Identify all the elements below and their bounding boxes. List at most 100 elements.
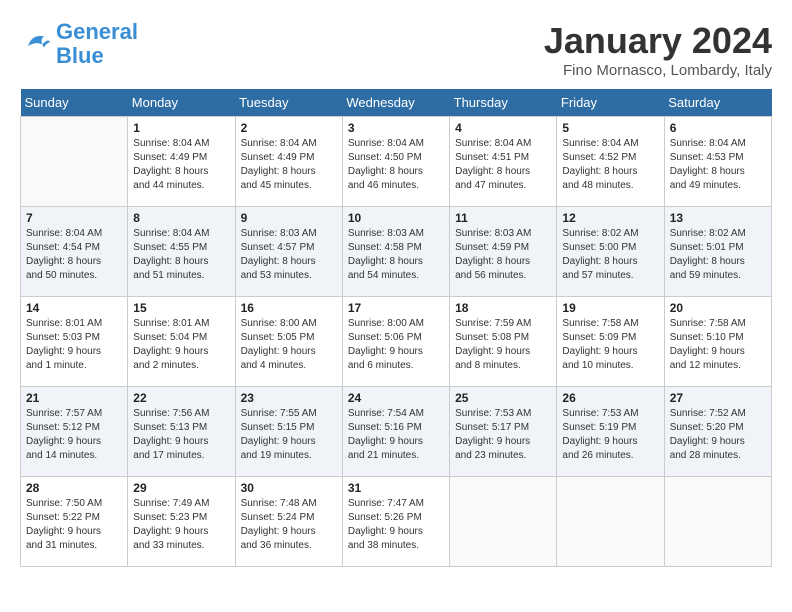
day-info: Sunrise: 7:55 AMSunset: 5:15 PMDaylight:…: [241, 407, 337, 463]
day-number: 2: [241, 121, 337, 135]
calendar-cell: [21, 117, 128, 207]
day-info: Sunrise: 8:01 AMSunset: 5:04 PMDaylight:…: [133, 317, 229, 373]
day-info: Sunrise: 7:58 AMSunset: 5:09 PMDaylight:…: [562, 317, 658, 373]
page-header: General Blue January 2024 Fino Mornasco,…: [20, 20, 772, 79]
calendar-cell: 10Sunrise: 8:03 AMSunset: 4:58 PMDayligh…: [342, 207, 449, 297]
day-number: 31: [348, 481, 444, 495]
day-info: Sunrise: 7:59 AMSunset: 5:08 PMDaylight:…: [455, 317, 551, 373]
day-info: Sunrise: 8:01 AMSunset: 5:03 PMDaylight:…: [26, 317, 122, 373]
logo: General Blue: [20, 20, 138, 68]
calendar-cell: 26 Sunrise: 7:53 AMSunset: 5:19 PMDayligh…: [557, 387, 664, 477]
day-number: 1: [133, 121, 229, 135]
calendar-cell: 6 Sunrise: 8:04 AMSunset: 4:53 PMDaylight…: [664, 117, 771, 207]
calendar-cell: 28 Sunrise: 7:50 AMSunset: 5:22 PMDayligh…: [21, 477, 128, 567]
day-number: 26: [562, 391, 658, 405]
day-number: 3: [348, 121, 444, 135]
day-info: Sunrise: 8:03 AMSunset: 4:57 PMDaylight:…: [241, 227, 337, 283]
calendar-cell: 12 Sunrise: 8:02 AMSunset: 5:00 PMDayligh…: [557, 207, 664, 297]
day-info: Sunrise: 8:04 AMSunset: 4:51 PMDaylight:…: [455, 137, 551, 193]
calendar-cell: 4 Sunrise: 8:04 AMSunset: 4:51 PMDaylight…: [450, 117, 557, 207]
day-number: 5: [562, 121, 658, 135]
day-info: Sunrise: 8:03 AMSunset: 4:58 PMDaylight:…: [348, 227, 444, 283]
day-info: Sunrise: 8:04 AMSunset: 4:49 PMDaylight:…: [241, 137, 337, 193]
week-row-4: 21 Sunrise: 7:57 AMSunset: 5:12 PMDayligh…: [21, 387, 772, 477]
calendar-cell: 16 Sunrise: 8:00 AMSunset: 5:05 PMDayligh…: [235, 297, 342, 387]
calendar-cell: 18Sunrise: 7:59 AMSunset: 5:08 PMDayligh…: [450, 297, 557, 387]
day-number: 25: [455, 391, 551, 405]
day-number: 7: [26, 211, 122, 225]
calendar-cell: 21 Sunrise: 7:57 AMSunset: 5:12 PMDayligh…: [21, 387, 128, 477]
day-info: Sunrise: 8:03 AMSunset: 4:59 PMDaylight:…: [455, 227, 551, 283]
day-number: 16: [241, 301, 337, 315]
calendar-header-row: SundayMondayTuesdayWednesdayThursdayFrid…: [21, 89, 772, 117]
calendar-cell: 27 Sunrise: 7:52 AMSunset: 5:20 PMDayligh…: [664, 387, 771, 477]
day-info: Sunrise: 8:00 AMSunset: 5:06 PMDaylight:…: [348, 317, 444, 373]
calendar-cell: 29Sunrise: 7:49 AMSunset: 5:23 PMDayligh…: [128, 477, 235, 567]
day-number: 20: [670, 301, 766, 315]
month-title: January 2024: [544, 20, 772, 62]
day-number: 13: [670, 211, 766, 225]
day-number: 17: [348, 301, 444, 315]
day-number: 11: [455, 211, 551, 225]
day-info: Sunrise: 8:04 AMSunset: 4:49 PMDaylight:…: [133, 137, 229, 193]
calendar-cell: 2 Sunrise: 8:04 AMSunset: 4:49 PMDaylight…: [235, 117, 342, 207]
calendar-cell: 24Sunrise: 7:54 AMSunset: 5:16 PMDayligh…: [342, 387, 449, 477]
calendar-cell: 13 Sunrise: 8:02 AMSunset: 5:01 PMDayligh…: [664, 207, 771, 297]
day-number: 19: [562, 301, 658, 315]
week-row-1: 1 Sunrise: 8:04 AMSunset: 4:49 PMDaylight…: [21, 117, 772, 207]
calendar-table: SundayMondayTuesdayWednesdayThursdayFrid…: [20, 89, 772, 567]
calendar-cell: 15 Sunrise: 8:01 AMSunset: 5:04 PMDayligh…: [128, 297, 235, 387]
day-info: Sunrise: 8:00 AMSunset: 5:05 PMDaylight:…: [241, 317, 337, 373]
calendar-cell: 9Sunrise: 8:03 AMSunset: 4:57 PMDaylight…: [235, 207, 342, 297]
calendar-cell: [664, 477, 771, 567]
day-info: Sunrise: 7:58 AMSunset: 5:10 PMDaylight:…: [670, 317, 766, 373]
day-number: 6: [670, 121, 766, 135]
day-number: 21: [26, 391, 122, 405]
day-info: Sunrise: 7:53 AMSunset: 5:19 PMDaylight:…: [562, 407, 658, 463]
day-number: 23: [241, 391, 337, 405]
header-monday: Monday: [128, 89, 235, 117]
day-number: 4: [455, 121, 551, 135]
day-number: 28: [26, 481, 122, 495]
logo-text: General Blue: [56, 20, 138, 68]
day-number: 12: [562, 211, 658, 225]
day-info: Sunrise: 7:53 AMSunset: 5:17 PMDaylight:…: [455, 407, 551, 463]
week-row-5: 28 Sunrise: 7:50 AMSunset: 5:22 PMDayligh…: [21, 477, 772, 567]
day-info: Sunrise: 7:56 AMSunset: 5:13 PMDaylight:…: [133, 407, 229, 463]
day-info: Sunrise: 8:02 AMSunset: 5:00 PMDaylight:…: [562, 227, 658, 283]
calendar-cell: 3 Sunrise: 8:04 AMSunset: 4:50 PMDaylight…: [342, 117, 449, 207]
day-number: 27: [670, 391, 766, 405]
day-number: 30: [241, 481, 337, 495]
header-friday: Friday: [557, 89, 664, 117]
header-wednesday: Wednesday: [342, 89, 449, 117]
day-number: 22: [133, 391, 229, 405]
day-info: Sunrise: 7:48 AMSunset: 5:24 PMDaylight:…: [241, 497, 337, 553]
calendar-cell: 14 Sunrise: 8:01 AMSunset: 5:03 PMDayligh…: [21, 297, 128, 387]
day-info: Sunrise: 7:49 AMSunset: 5:23 PMDaylight:…: [133, 497, 229, 553]
day-info: Sunrise: 7:47 AMSunset: 5:26 PMDaylight:…: [348, 497, 444, 553]
calendar-cell: 8Sunrise: 8:04 AMSunset: 4:55 PMDaylight…: [128, 207, 235, 297]
title-block: January 2024 Fino Mornasco, Lombardy, It…: [544, 20, 772, 79]
day-info: Sunrise: 7:57 AMSunset: 5:12 PMDaylight:…: [26, 407, 122, 463]
day-info: Sunrise: 8:02 AMSunset: 5:01 PMDaylight:…: [670, 227, 766, 283]
week-row-2: 7 Sunrise: 8:04 AMSunset: 4:54 PMDaylight…: [21, 207, 772, 297]
day-number: 15: [133, 301, 229, 315]
location: Fino Mornasco, Lombardy, Italy: [544, 62, 772, 79]
day-info: Sunrise: 8:04 AMSunset: 4:50 PMDaylight:…: [348, 137, 444, 193]
day-info: Sunrise: 7:50 AMSunset: 5:22 PMDaylight:…: [26, 497, 122, 553]
calendar-cell: 31 Sunrise: 7:47 AMSunset: 5:26 PMDayligh…: [342, 477, 449, 567]
day-number: 14: [26, 301, 122, 315]
day-info: Sunrise: 7:54 AMSunset: 5:16 PMDaylight:…: [348, 407, 444, 463]
header-sunday: Sunday: [21, 89, 128, 117]
week-row-3: 14 Sunrise: 8:01 AMSunset: 5:03 PMDayligh…: [21, 297, 772, 387]
day-info: Sunrise: 8:04 AMSunset: 4:54 PMDaylight:…: [26, 227, 122, 283]
calendar-cell: 7 Sunrise: 8:04 AMSunset: 4:54 PMDaylight…: [21, 207, 128, 297]
day-info: Sunrise: 8:04 AMSunset: 4:53 PMDaylight:…: [670, 137, 766, 193]
calendar-cell: 5Sunrise: 8:04 AMSunset: 4:52 PMDaylight…: [557, 117, 664, 207]
day-info: Sunrise: 8:04 AMSunset: 4:55 PMDaylight:…: [133, 227, 229, 283]
calendar-cell: 22 Sunrise: 7:56 AMSunset: 5:13 PMDayligh…: [128, 387, 235, 477]
header-saturday: Saturday: [664, 89, 771, 117]
day-info: Sunrise: 7:52 AMSunset: 5:20 PMDaylight:…: [670, 407, 766, 463]
logo-icon: [20, 30, 52, 58]
calendar-cell: 17 Sunrise: 8:00 AMSunset: 5:06 PMDayligh…: [342, 297, 449, 387]
